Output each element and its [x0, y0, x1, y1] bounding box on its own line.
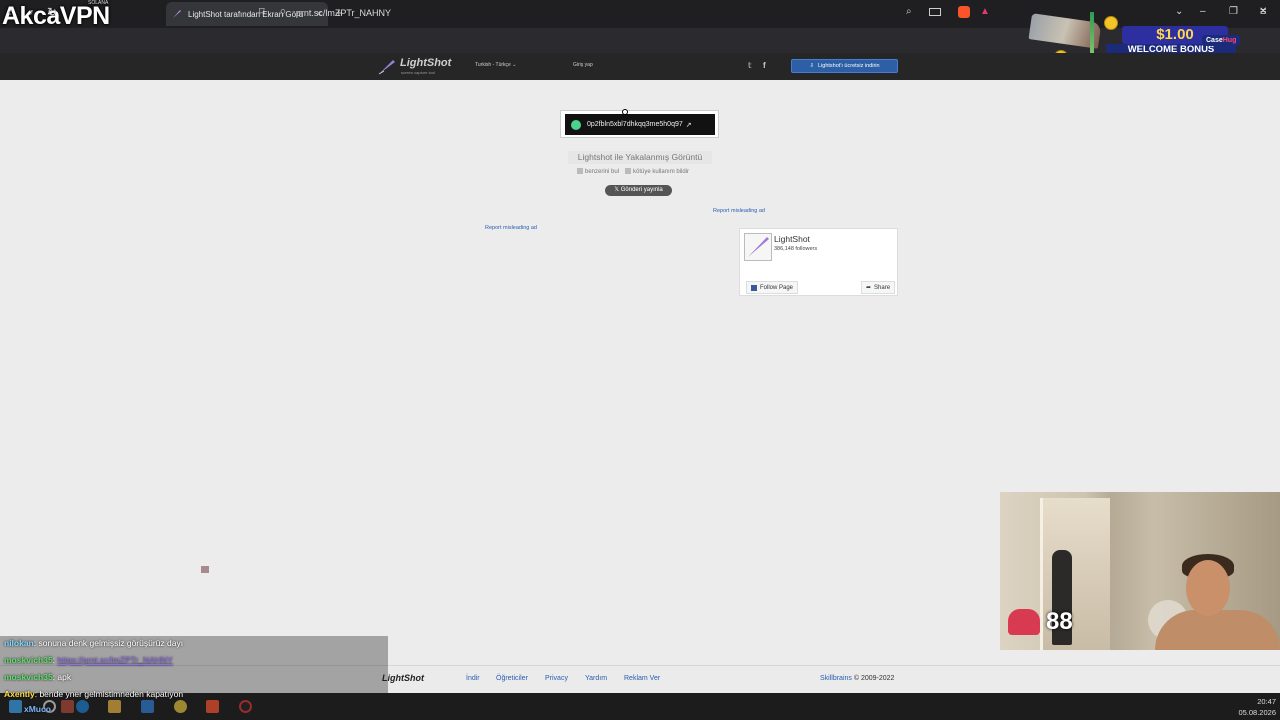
streamer-head — [1186, 560, 1230, 616]
lightshot-logo-icon — [748, 237, 769, 257]
footer-link-help[interactable]: Yardım — [585, 675, 607, 682]
pin-icon — [622, 109, 628, 115]
site-info-icon[interactable]: ⚲ — [280, 8, 286, 17]
heart-rate: 88 — [1008, 608, 1073, 636]
reload-icon[interactable]: ↻ — [47, 5, 57, 19]
twitter-icon[interactable]: 𝕥 — [748, 61, 752, 70]
page-name[interactable]: LightShot — [774, 234, 810, 244]
chat-message: xMuco — [24, 704, 51, 717]
image-caption: Lightshot ile Yakalanmış Görüntü — [568, 151, 712, 164]
report-abuse-link[interactable]: kötüye kullanım bildir — [625, 168, 689, 175]
find-similar-link[interactable]: benzerini bul — [577, 168, 619, 175]
follow-page-button[interactable]: Follow Page — [746, 281, 799, 294]
download-icon: ⇩ — [809, 63, 814, 69]
screenshot-image[interactable]: 0p2fbln5xbl7dhkqq3me5h0q97 ↗ — [560, 109, 719, 138]
chat-user: xMuco — [24, 704, 51, 714]
chat-message: moskvich35: apk — [4, 672, 72, 682]
chat-user: nilokan — [4, 638, 34, 648]
footer-link-download[interactable]: İndir — [466, 675, 480, 682]
company-link[interactable]: Skillbrains — [820, 675, 852, 682]
report-ad-link[interactable]: Report misleading ad — [485, 225, 537, 231]
facebook-icon — [751, 284, 757, 291]
chat-message: Axently: bende yner gelmistimneden kapat… — [4, 689, 184, 699]
streamer-body — [1155, 610, 1280, 650]
facebook-icon[interactable]: f — [763, 61, 766, 70]
post-on-x-button[interactable]: 𝕏 Gönderi yayınla — [605, 185, 672, 196]
copyright: Skillbrains © 2009-2022 — [820, 675, 895, 682]
brave-shield-icon[interactable] — [958, 6, 970, 18]
webcam-overlay: 88 — [1000, 492, 1280, 650]
download-button[interactable]: ⇩ Lightshot'ı ücretsiz indirin — [791, 59, 898, 73]
external-link-icon: ↗ — [685, 121, 692, 129]
footer-link-advertise[interactable]: Reklam Ver — [624, 675, 660, 682]
zoom-icon[interactable]: ⌕ — [906, 6, 918, 18]
share-icon: ➦ — [866, 285, 872, 291]
system-clock[interactable]: 20:47 05.08.2026 — [1238, 696, 1276, 718]
url-text: prnt.sc/lmZPTr_NAHNY — [295, 7, 392, 18]
facebook-page-widget: LightShot 386,148 followers Follow Page … — [739, 228, 898, 296]
back-icon[interactable]: ‹ — [8, 5, 12, 19]
chat-user: Axently — [4, 689, 35, 699]
report-ad-link[interactable]: Report misleading ad — [713, 208, 765, 214]
app-icon — [571, 119, 581, 130]
bookmark-icon[interactable]: ⌑ — [259, 5, 265, 18]
coin-icon — [1104, 16, 1118, 30]
screenshot-text: 0p2fbln5xbl7dhkqq3me5h0q97 — [587, 121, 683, 128]
menu-icon[interactable]: ≡ — [1260, 6, 1272, 18]
heart-icon — [1008, 609, 1040, 635]
footer-link-tutorials[interactable]: Öğreticiler — [496, 675, 528, 682]
lightshot-logo-icon — [378, 60, 395, 75]
footer-logo[interactable]: LightShot — [382, 673, 424, 683]
chat-user: moskvich35 — [4, 672, 53, 682]
lightshot-feather-icon — [173, 10, 181, 18]
footer-link-privacy[interactable]: Privacy — [545, 675, 568, 682]
logo-tagline: screen capture tool — [401, 70, 436, 75]
image-actions: benzerini bul kötüye kullanım bildir — [577, 168, 689, 175]
chat-message: nilokan: sonuna denk gelmişsiz görüşürüz… — [4, 638, 184, 648]
chat-message: moskvich35: https://prnt.sc/lmZPTr_NAHNY — [4, 655, 173, 665]
promo-brand: CaseHug — [1202, 35, 1241, 46]
chat-link[interactable]: https://prnt.sc/lmZPTr_NAHNY — [57, 655, 172, 665]
forward-icon[interactable]: › — [29, 5, 33, 19]
login-link[interactable]: Giriş yap — [573, 62, 593, 68]
address-bar[interactable]: ⚲ prnt.sc/lmZPTr_NAHNY — [280, 3, 1000, 22]
page-avatar[interactable] — [744, 233, 772, 261]
site-header — [0, 53, 1280, 80]
follower-count: 386,148 followers — [774, 246, 818, 252]
chat-user: moskvich35 — [4, 655, 53, 665]
share-button[interactable]: ➦ Share — [861, 281, 896, 294]
ad-placeholder — [201, 566, 209, 573]
brave-rewards-icon[interactable]: ▲ — [980, 6, 992, 18]
watermark-sub: SOLANA — [88, 0, 109, 6]
media-icon[interactable] — [929, 8, 941, 16]
language-select[interactable]: Turkish - Türkçe ⌄ — [475, 62, 516, 68]
